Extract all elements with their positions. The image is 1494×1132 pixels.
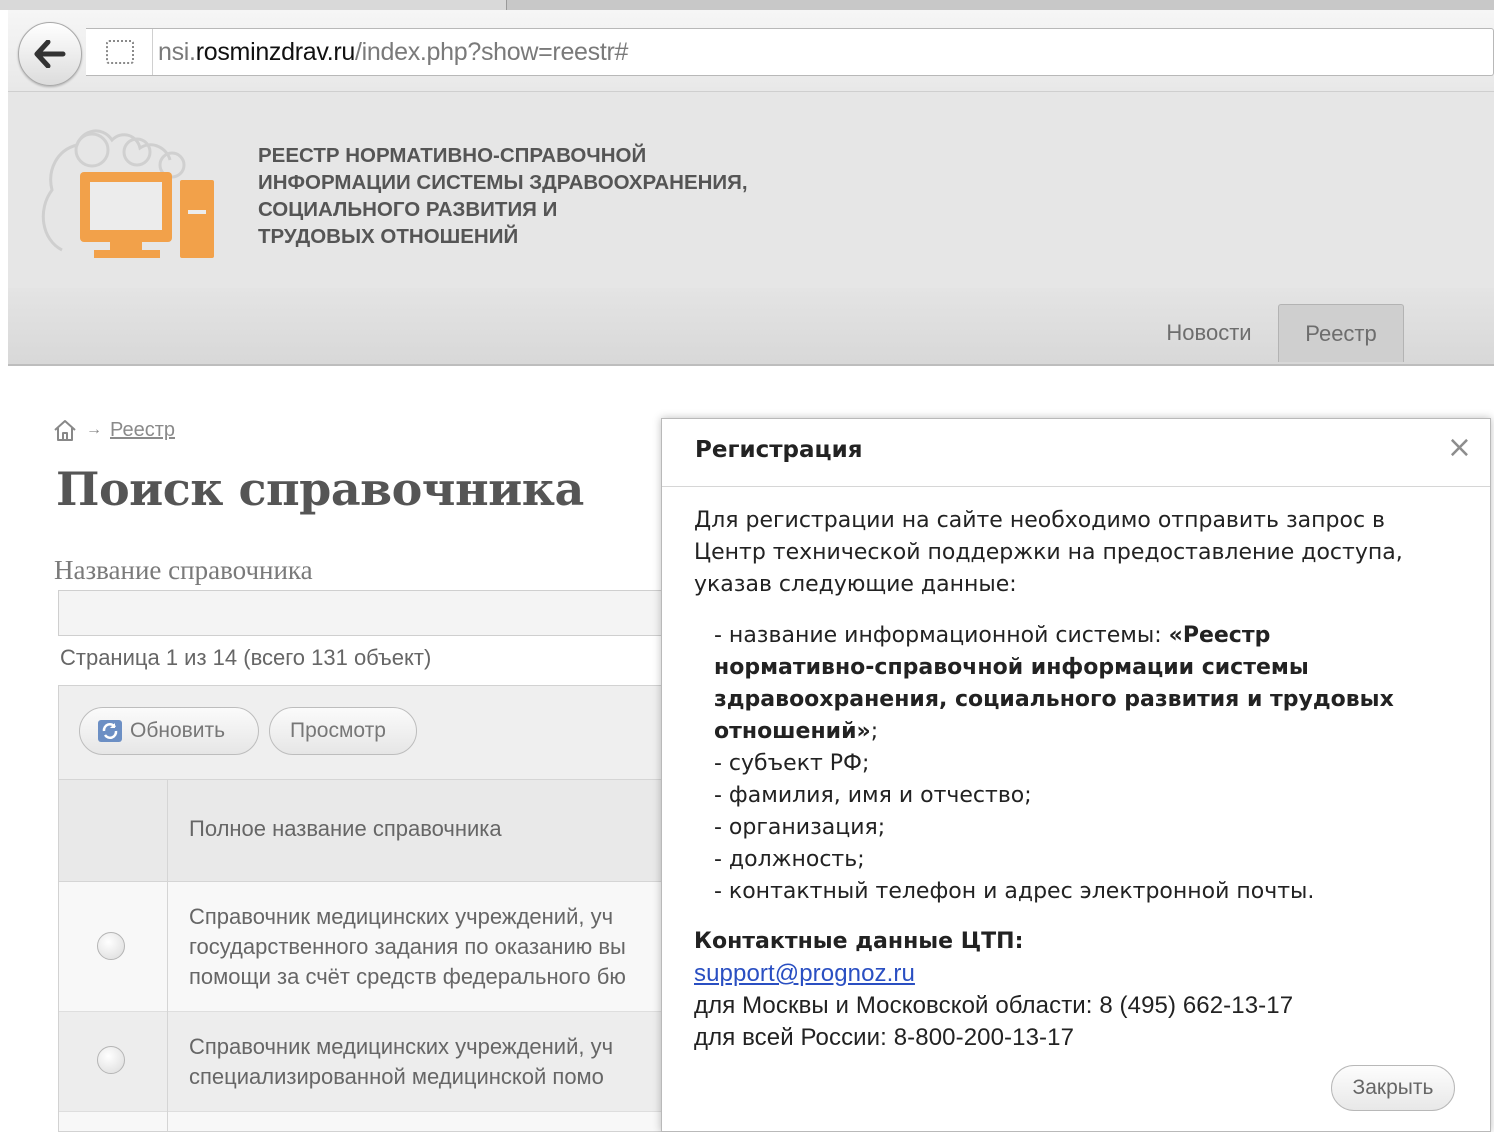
- refresh-button-label: Обновить: [130, 719, 226, 742]
- registry-table: Обновить Просмотр Полное название справо…: [58, 685, 688, 1132]
- table-header: Полное название справочника: [59, 780, 688, 882]
- refresh-button[interactable]: Обновить: [79, 707, 259, 755]
- list-item: - организация;: [714, 815, 886, 840]
- home-icon[interactable]: [52, 418, 78, 442]
- back-button[interactable]: [18, 22, 82, 86]
- browser-tab[interactable]: [506, 0, 1494, 10]
- list-item: - контактный телефон и адрес электронной…: [714, 879, 1315, 904]
- close-icon[interactable]: ×: [1447, 433, 1472, 463]
- close-button[interactable]: Закрыть: [1331, 1065, 1455, 1111]
- list-item: здравоохранения, социального развития и …: [714, 687, 1394, 712]
- site-logo-icon[interactable]: [32, 120, 222, 260]
- url-input[interactable]: nsi.rosminzdrav.ru/index.php?show=reestr…: [86, 28, 1494, 76]
- url-divider: [152, 29, 153, 75]
- row-title: Справочник медицинских учреждений, уч сп…: [189, 1034, 614, 1089]
- list-item: нормативно-справочной информации системы: [714, 655, 1309, 680]
- breadcrumb: → Реестр: [52, 418, 175, 442]
- nav-item-registry[interactable]: Реестр: [1278, 304, 1404, 362]
- site-header: РЕЕСТР НОРМАТИВНО-СПРАВОЧНОЙ ИНФОРМАЦИИ …: [8, 92, 1494, 366]
- url-text[interactable]: nsi.rosminzdrav.ru/index.php?show=reestr…: [158, 38, 628, 67]
- list-item: отношений»;: [714, 719, 879, 744]
- search-input[interactable]: [58, 590, 678, 636]
- phone-moscow: для Москвы и Московской области: 8 (495)…: [694, 992, 1294, 1019]
- site-title: РЕЕСТР НОРМАТИВНО-СПРАВОЧНОЙ ИНФОРМАЦИИ …: [258, 144, 748, 248]
- main-nav: Новости Реестр: [8, 288, 1494, 366]
- breadcrumb-arrow-icon: →: [86, 421, 102, 438]
- dialog-title: Регистрация: [695, 437, 863, 463]
- list-item: - фамилия, имя и отчество;: [714, 783, 1032, 808]
- table-row[interactable]: Справочник медицинских учреждений, уч сп…: [59, 1012, 688, 1112]
- breadcrumb-link-registry[interactable]: Реестр: [110, 419, 175, 442]
- browser-tab-strip: [0, 0, 1494, 10]
- list-item: - должность;: [714, 847, 865, 872]
- column-divider: [167, 780, 168, 1131]
- row-title: Справочник медицинских учреждений, уч го…: [189, 904, 626, 989]
- table-toolbar: Обновить Просмотр: [59, 686, 688, 780]
- support-email-link[interactable]: support@prognoz.ru: [694, 960, 915, 987]
- dialog-header: Регистрация ×: [662, 419, 1490, 487]
- list-item: - субъект РФ;: [714, 751, 870, 776]
- pager-info: Страница 1 из 14 (всего 131 объект): [60, 645, 432, 670]
- requirements-list: - название информационной системы: «Реес…: [694, 620, 1474, 908]
- table-row[interactable]: [59, 1112, 688, 1131]
- list-item: - название информационной системы: «Реес…: [714, 623, 1271, 648]
- nav-item-news[interactable]: Новости: [1144, 304, 1274, 362]
- registration-dialog: Регистрация × Для регистрации на сайте н…: [661, 418, 1491, 1132]
- row-radio[interactable]: [97, 1046, 125, 1074]
- column-header-full-name[interactable]: Полное название справочника: [189, 816, 502, 842]
- back-arrow-icon: [34, 40, 66, 68]
- url-domain: rosminzdrav.ru: [195, 38, 356, 66]
- table-row[interactable]: Справочник медицинских учреждений, уч го…: [59, 882, 688, 1012]
- row-radio[interactable]: [97, 932, 125, 960]
- browser-address-bar: nsi.rosminzdrav.ru/index.php?show=reestr…: [8, 10, 1494, 92]
- contacts-title: Контактные данные ЦТП:: [694, 929, 1024, 954]
- dialog-body: Для регистрации на сайте необходимо отпр…: [694, 505, 1474, 1054]
- refresh-icon: [98, 720, 122, 742]
- phone-russia: для всей России: 8-800-200-13-17: [694, 1024, 1075, 1051]
- search-label: Название справочника: [54, 555, 313, 585]
- site-identity-icon[interactable]: [106, 40, 134, 64]
- dialog-intro: Для регистрации на сайте необходимо отпр…: [694, 508, 1403, 597]
- page-title: Поиск справочника: [56, 462, 584, 516]
- view-button[interactable]: Просмотр: [269, 707, 417, 755]
